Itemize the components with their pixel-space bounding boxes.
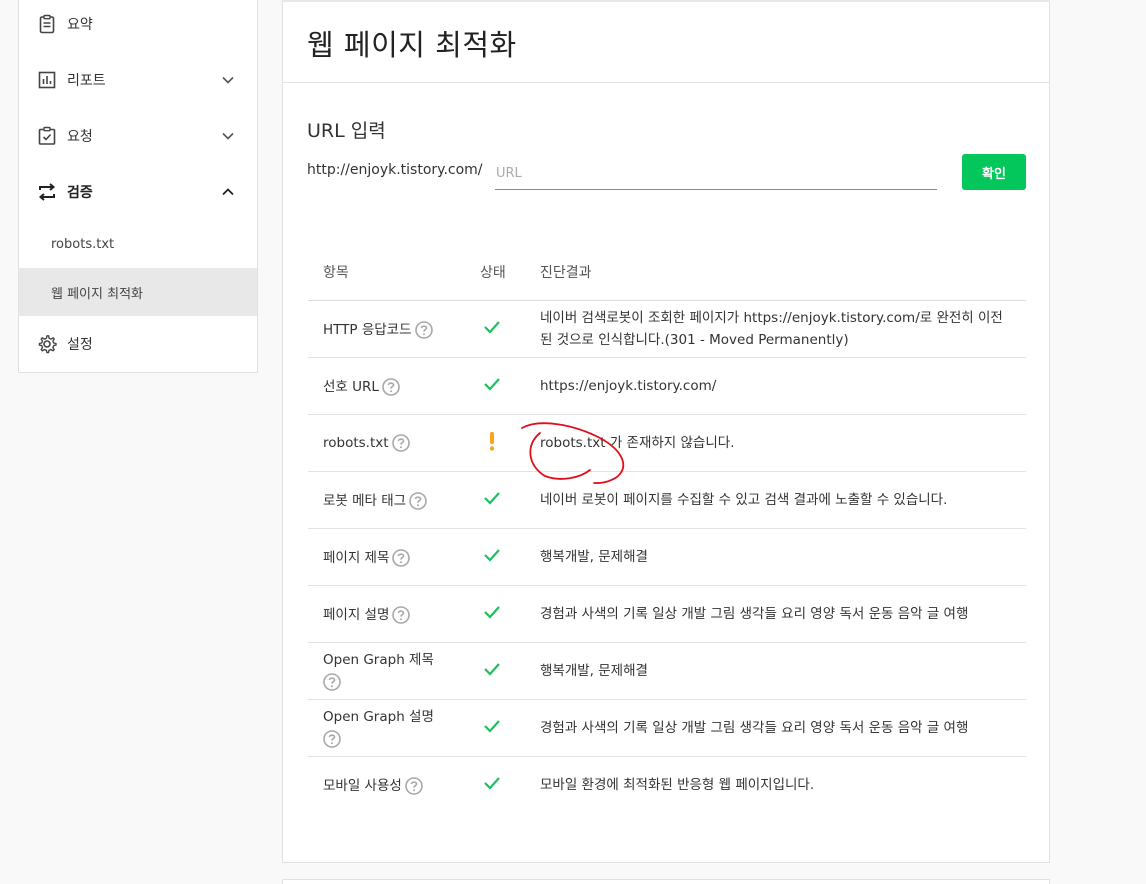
table-row: 로봇 메타 태그 네이버 로봇이 페이지를 수집할 수 있고 검색 결과에 노출할… (308, 471, 1026, 529)
status-cell (480, 585, 540, 643)
sidebar-item-settings[interactable]: 설정 (19, 316, 257, 372)
sidebar-item-label: 요청 (67, 129, 93, 145)
item-label: robots.txt (323, 434, 389, 451)
table-row: Open Graph 설명 경험과 사색의 기록 일상 개발 그림 생각들 요리 … (308, 699, 1026, 757)
check-icon (484, 377, 500, 391)
check-icon (484, 605, 500, 619)
sidebar-item-verify[interactable]: 검증 (19, 164, 257, 220)
result-cell: 네이버 검색로봇이 조회한 페이지가 https://enjoyk.tistor… (540, 300, 1026, 358)
result-cell: 행복개발, 문제해결 (540, 642, 1026, 700)
main-panel: 웹 페이지 최적화 URL 입력 http://enjoyk.tistory.c… (282, 0, 1050, 863)
result-cell: 경험과 사색의 기록 일상 개발 그림 생각들 요리 영양 독서 운동 음악 글… (540, 699, 1026, 757)
sidebar-subitem-robots[interactable]: robots.txt (19, 220, 257, 268)
item-label: 페이지 설명 (323, 607, 390, 623)
result-cell: 모바일 환경에 최적화된 반응형 웹 페이지입니다. (540, 776, 815, 793)
column-header-status: 상태 (480, 244, 540, 301)
status-cell (480, 699, 540, 757)
help-icon[interactable] (409, 492, 427, 510)
item-label: 모바일 사용성 (323, 778, 402, 795)
item-label: Open Graph 설명 (323, 708, 434, 725)
page-title: 웹 페이지 최적화 (307, 28, 517, 62)
swap-arrows-icon (38, 183, 56, 201)
check-icon (484, 320, 500, 334)
result-cell: 경험과 사색의 기록 일상 개발 그림 생각들 요리 영양 독서 운동 음악 글… (540, 585, 1026, 643)
sidebar-item-report[interactable]: 리포트 (19, 52, 257, 108)
status-cell (480, 756, 540, 813)
column-header-result: 진단결과 (540, 244, 1026, 301)
item-label: 선호 URL (323, 379, 379, 395)
item-label: Open Graph 제목 (323, 651, 434, 668)
table-row: HTTP 응답코드 네이버 검색로봇이 조회한 페이지가 https://enjo… (308, 300, 1026, 358)
item-label: 페이지 제목 (323, 550, 390, 566)
help-icon[interactable] (414, 321, 433, 339)
clipboard-icon (39, 14, 55, 34)
chevron-down-icon (222, 76, 234, 84)
clipboard-check-icon (38, 126, 56, 145)
help-icon[interactable] (392, 549, 411, 567)
result-cell: robots.txt 가 존재하지 않습니다. (540, 414, 1026, 472)
item-cell: 로봇 메타 태그 (308, 471, 480, 529)
item-cell: Open Graph 설명 (308, 699, 480, 757)
table-header-row: 항목 상태 진단결과 (308, 244, 1026, 301)
result-table: 항목 상태 진단결과 HTTP 응답코드 네이버 검색로봇이 조회한 페이지가 h… (308, 244, 1026, 813)
status-cell (480, 300, 540, 358)
check-icon (484, 491, 500, 505)
bar-chart-icon (38, 71, 56, 89)
divider (283, 82, 1049, 83)
status-cell (480, 642, 540, 700)
url-input[interactable] (495, 158, 937, 190)
sidebar-item-label: 요약 (67, 17, 93, 33)
confirm-button[interactable]: 확인 (962, 154, 1026, 190)
check-icon (484, 548, 500, 562)
column-header-item: 항목 (308, 244, 480, 301)
help-icon[interactable] (323, 672, 341, 691)
help-icon[interactable] (323, 729, 341, 748)
table-row: 페이지 설명 경험과 사색의 기록 일상 개발 그림 생각들 요리 영양 독서 운… (308, 585, 1026, 643)
table-row: robots.txt robots.txt 가 존재하지 않습니다. (308, 414, 1026, 472)
sidebar-item-label: 설정 (67, 337, 93, 353)
check-icon (484, 662, 500, 676)
item-cell: robots.txt (308, 414, 480, 472)
warning-icon (489, 431, 495, 451)
result-cell: https://enjoyk.tistory.com/ (540, 357, 1026, 415)
help-icon[interactable] (391, 433, 410, 452)
table-row: 모바일 사용성 모바일 환경에 최적화된 반응형 웹 페이지입니다. (308, 756, 1026, 813)
sidebar-item-summary[interactable]: 요약 (19, 0, 257, 52)
item-label: 로봇 메타 태그 (323, 493, 407, 509)
status-cell (480, 414, 540, 472)
item-cell: 선호 URL (308, 357, 480, 415)
gear-icon (38, 335, 57, 354)
table-row: Open Graph 제목 행복개발, 문제해결 (308, 642, 1026, 700)
status-cell (480, 357, 540, 415)
help-icon[interactable] (382, 378, 400, 396)
item-cell: 모바일 사용성 (308, 756, 480, 813)
sidebar-item-label: 리포트 (67, 73, 106, 89)
item-cell: HTTP 응답코드 (308, 300, 480, 358)
sidebar-subitem-label: robots.txt (51, 236, 115, 252)
check-icon (484, 719, 500, 733)
item-cell: 페이지 설명 (308, 585, 480, 643)
chevron-down-icon (222, 132, 234, 140)
status-cell (480, 471, 540, 529)
help-icon[interactable] (392, 606, 411, 624)
sidebar-subitem-web-optimization[interactable]: 웹 페이지 최적화 (19, 268, 257, 316)
status-cell (480, 528, 540, 586)
item-cell: Open Graph 제목 (308, 642, 480, 700)
table-row: 선호 URL https://enjoyk.tistory.com/ (308, 357, 1026, 415)
sidebar: 요약 리포트 요청 검증 robots.txt 웹 페이지 최적화 설정 (18, 0, 258, 373)
sidebar-subitem-label: 웹 페이지 최적화 (51, 286, 143, 302)
url-section-label: URL 입력 (307, 120, 386, 142)
check-icon (484, 777, 500, 790)
item-cell: 페이지 제목 (308, 528, 480, 586)
url-prefix: http://enjoyk.tistory.com/ (307, 162, 483, 178)
sidebar-item-request[interactable]: 요청 (19, 108, 257, 164)
result-cell: 행복개발, 문제해결 (540, 528, 1026, 586)
chevron-up-icon (222, 188, 234, 196)
result-cell: 네이버 로봇이 페이지를 수집할 수 있고 검색 결과에 노출할 수 있습니다. (540, 471, 1026, 529)
next-panel-edge (282, 879, 1050, 884)
table-row: 페이지 제목 행복개발, 문제해결 (308, 528, 1026, 586)
help-icon[interactable] (405, 777, 423, 796)
item-label: HTTP 응답코드 (323, 322, 412, 338)
sidebar-item-label: 검증 (67, 185, 93, 201)
